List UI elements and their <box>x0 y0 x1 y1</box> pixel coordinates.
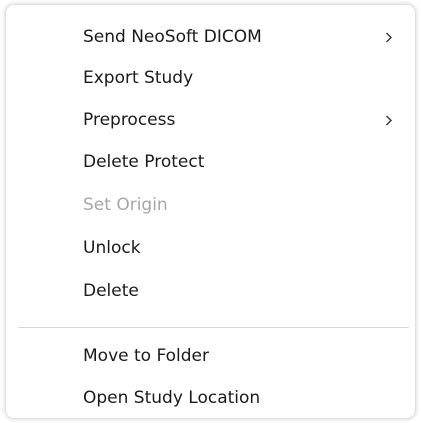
menu-item-send-neosoft-dicom[interactable]: Send NeoSoft DICOM <box>6 17 415 57</box>
chevron-right-icon <box>383 100 395 140</box>
menu-item-unlock[interactable]: Unlock <box>6 228 415 268</box>
menu-item-label: Delete <box>83 281 139 301</box>
menu-item-label: Export Study <box>83 68 194 88</box>
menu-item-move-to-folder[interactable]: Move to Folder <box>6 336 415 376</box>
menu-item-preprocess[interactable]: Preprocess <box>6 100 415 140</box>
menu-item-delete[interactable]: Delete <box>6 271 415 311</box>
menu-item-label: Unlock <box>83 238 141 258</box>
menu-item-export-study[interactable]: Export Study <box>6 58 415 98</box>
menu-item-set-origin: Set Origin <box>6 185 415 225</box>
menu-item-label: Send NeoSoft DICOM <box>83 27 262 47</box>
context-menu: Send NeoSoft DICOM Export Study Preproce… <box>5 4 416 419</box>
menu-item-label: Open Study Location <box>83 388 261 408</box>
menu-item-open-study-location[interactable]: Open Study Location <box>6 378 415 418</box>
menu-item-label: Move to Folder <box>83 346 209 366</box>
menu-item-label: Preprocess <box>83 110 176 130</box>
menu-item-delete-protect[interactable]: Delete Protect <box>6 142 415 182</box>
menu-item-label: Set Origin <box>83 195 168 215</box>
menu-separator <box>18 327 409 328</box>
chevron-right-icon <box>383 17 395 57</box>
menu-item-label: Delete Protect <box>83 152 205 172</box>
